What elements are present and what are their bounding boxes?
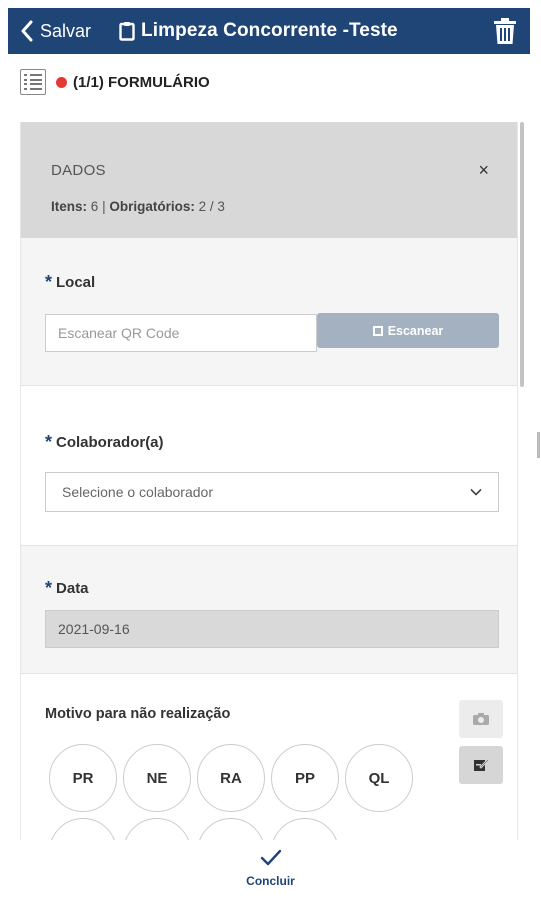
clipboard-icon [119, 22, 135, 41]
page-title: Limpeza Concorrente -Teste [141, 20, 398, 41]
local-section: * Local Escanear QR Code Escanear [21, 238, 517, 386]
delete-button[interactable] [492, 17, 518, 50]
chevron-down-icon [470, 488, 482, 496]
top-bar: Salvar Limpeza Concorrente -Teste [8, 8, 530, 54]
motivo-option-ra[interactable]: RA [197, 744, 265, 812]
colaborador-select[interactable]: Selecione o colaborador [45, 472, 499, 512]
form-label: (1/1) FORMULÁRIO [73, 73, 210, 91]
conclude-button[interactable]: Concluir [0, 840, 541, 900]
required-asterisk-icon: * [45, 578, 53, 598]
chevron-left-icon [21, 20, 33, 42]
local-label: * Local [45, 272, 96, 292]
scan-button[interactable]: Escanear [317, 313, 499, 348]
dados-title: DADOS [51, 162, 106, 179]
form-indicator-row: (1/1) FORMULÁRIO [20, 68, 210, 96]
scan-icon [372, 325, 383, 336]
obrigatorios-value: 2 / 3 [198, 199, 225, 214]
stats-separator: | [102, 199, 106, 214]
edit-note-button[interactable] [459, 746, 503, 784]
date-field: 2021-09-16 [45, 610, 499, 648]
list-icon[interactable] [20, 69, 46, 95]
camera-button[interactable] [459, 700, 503, 738]
status-dot-icon [56, 76, 67, 88]
required-asterisk-icon: * [45, 272, 53, 292]
dados-stats: Itens: 6 | Obrigatórios: 2 / 3 [51, 199, 517, 214]
colaborador-label: * Colaborador(a) [45, 432, 164, 452]
motivo-label: Motivo para não realização [45, 706, 231, 722]
dados-header: DADOS × Itens: 6 | Obrigatórios: 2 / 3 [21, 122, 517, 238]
data-label: * Data [45, 578, 89, 598]
checkmark-icon [260, 849, 281, 866]
close-icon[interactable]: × [478, 160, 489, 181]
colaborador-select-value: Selecione o colaborador [62, 484, 213, 500]
back-label: Salvar [40, 20, 92, 41]
itens-label: Itens: [51, 199, 88, 214]
motivo-option-ne[interactable]: NE [123, 744, 191, 812]
camera-icon [473, 713, 489, 725]
scrollbar[interactable] [520, 122, 524, 387]
qr-code-input[interactable]: Escanear QR Code [45, 314, 317, 352]
trash-icon [494, 18, 516, 44]
edit-icon [474, 758, 490, 771]
motivo-option-ql[interactable]: QL [345, 744, 413, 812]
back-save-button[interactable]: Salvar [8, 8, 91, 54]
itens-value: 6 [90, 199, 99, 214]
required-asterisk-icon: * [45, 432, 53, 452]
motivo-section: Motivo para não realização PR NE RA PP Q… [21, 674, 517, 846]
conclude-label: Concluir [246, 874, 295, 888]
colaborador-section: * Colaborador(a) Selecione o colaborador [21, 386, 517, 546]
side-handle [537, 432, 540, 458]
form-panel: DADOS × Itens: 6 | Obrigatórios: 2 / 3 *… [20, 122, 518, 846]
motivo-option-pp[interactable]: PP [271, 744, 339, 812]
title-group: Limpeza Concorrente -Teste [119, 20, 398, 42]
data-section: * Data 2021-09-16 [21, 546, 517, 674]
obrigatorios-label: Obrigatórios: [109, 199, 195, 214]
motivo-option-pr[interactable]: PR [49, 744, 117, 812]
